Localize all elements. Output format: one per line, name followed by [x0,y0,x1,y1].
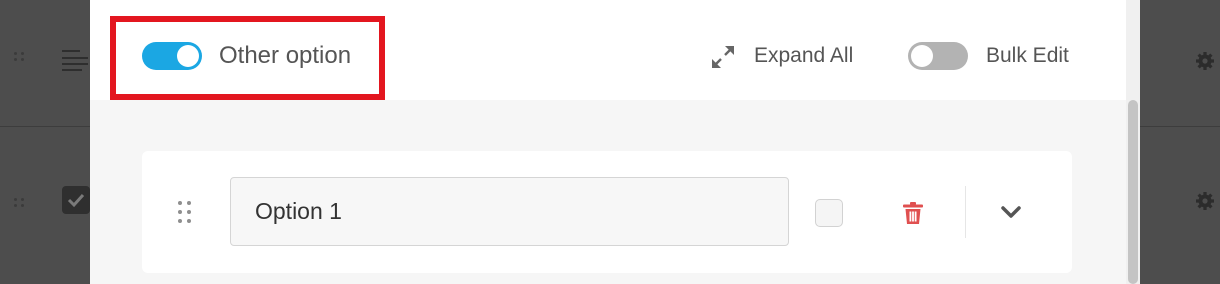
bulk-edit-label[interactable]: Bulk Edit [986,42,1069,70]
other-option-label[interactable]: Other option [219,42,351,70]
card-divider [965,186,966,238]
scrollbar-thumb[interactable] [1128,100,1138,284]
background-panel-right [1140,0,1220,284]
expand-all-button[interactable]: Expand All [754,42,853,70]
bulk-edit-toggle[interactable] [908,42,968,70]
background-text-field-icon [62,48,88,72]
background-drag-icon [14,52,28,62]
drag-handle-icon[interactable] [178,201,192,225]
background-row-divider [1140,126,1220,127]
background-row-divider [0,126,90,127]
option-value-input[interactable] [230,177,789,246]
background-checkbox-field-icon [62,186,90,214]
option-default-checkbox[interactable] [815,199,843,227]
trash-icon[interactable] [902,201,924,225]
gear-icon [1196,192,1214,210]
chevron-down-icon[interactable] [1000,204,1022,220]
background-panel-left [0,0,90,284]
expand-arrows-icon[interactable] [710,44,736,70]
options-toolbar: Other option Expand All Bulk Edit [90,0,1126,100]
toggle-knob [911,45,933,67]
background-drag-icon [14,198,28,208]
toggle-knob [177,45,199,67]
other-option-toggle[interactable] [142,42,202,70]
option-card [142,151,1072,273]
gear-icon [1196,52,1214,70]
